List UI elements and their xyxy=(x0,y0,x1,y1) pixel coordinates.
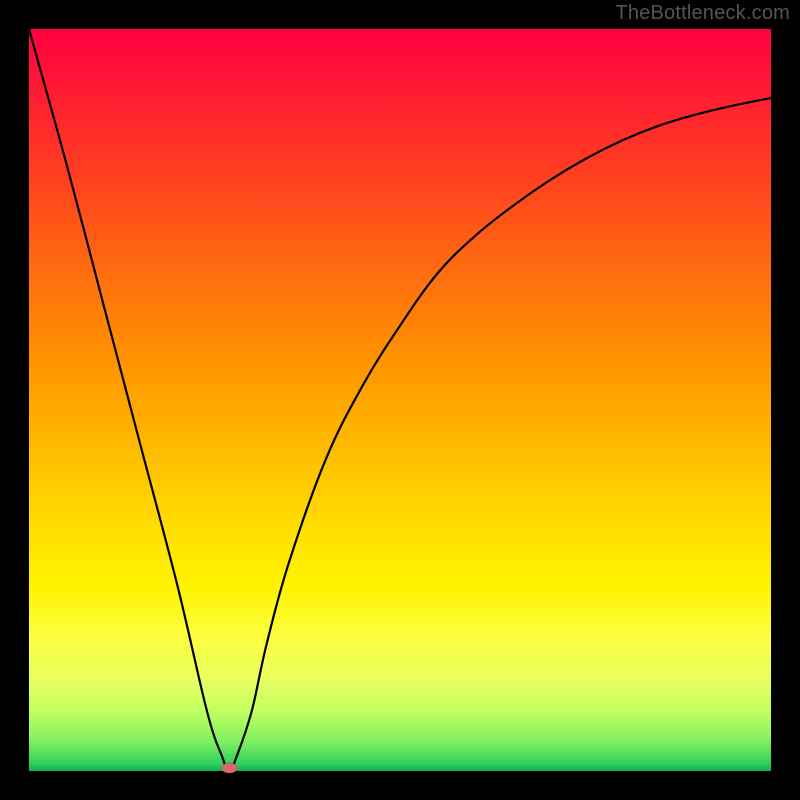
plot-area xyxy=(29,29,771,771)
minimum-marker xyxy=(221,763,237,773)
chart-frame: TheBottleneck.com xyxy=(0,0,800,800)
bottleneck-curve xyxy=(29,29,771,771)
watermark-text: TheBottleneck.com xyxy=(615,2,790,25)
